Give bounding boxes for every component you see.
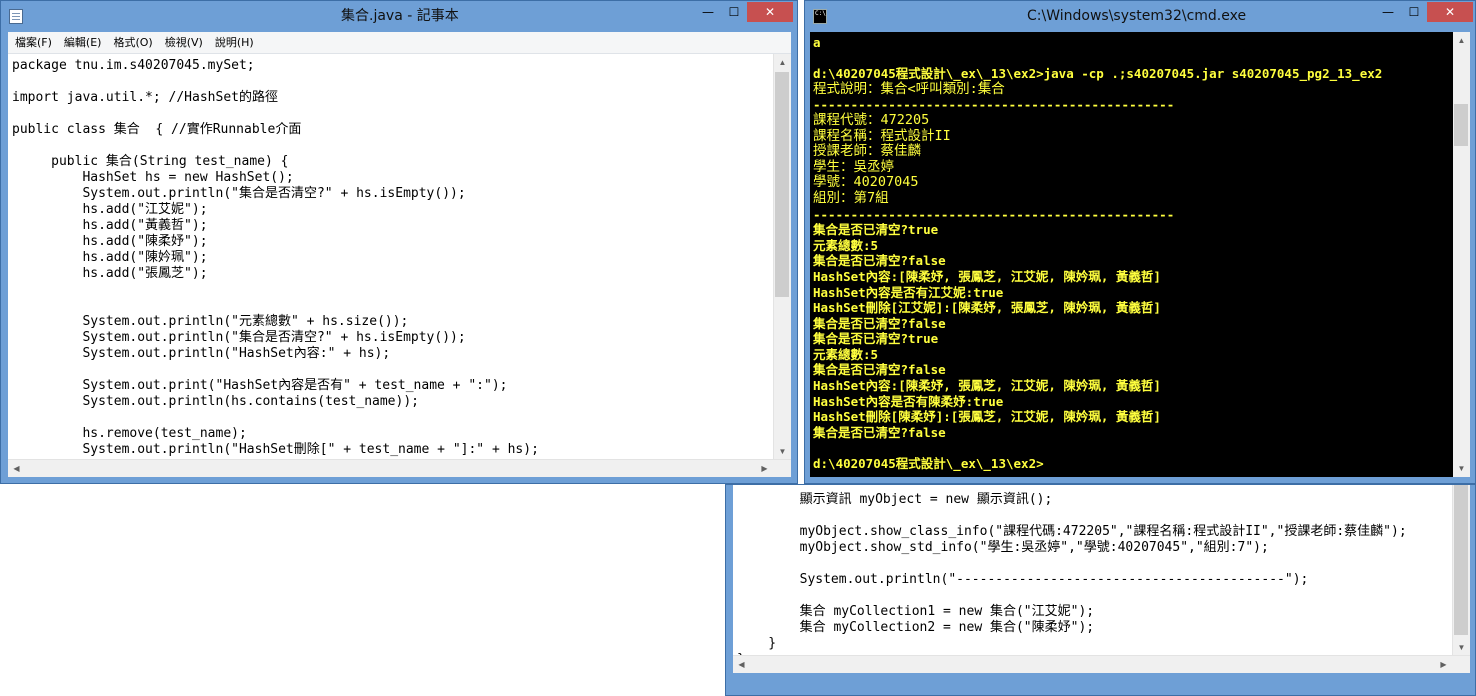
cmd-minimize-button[interactable]: —	[1375, 2, 1401, 22]
cmd-scroll-up-arrow-icon[interactable]: ▲	[1453, 32, 1470, 49]
menu-view[interactable]: 檢視(V)	[160, 32, 208, 53]
notepad-scroll-thumb[interactable]	[775, 72, 789, 297]
console-line: 集合是否已清空?true	[813, 222, 939, 238]
console-line: HashSet內容:[陳柔妤, 張鳳芝, 江艾妮, 陳妗珮, 黃義哲]	[813, 268, 1161, 284]
console-line: HashSet刪除[陳柔妤]:[張鳳芝, 江艾妮, 陳妗珮, 黃義哲]	[813, 409, 1161, 425]
console-line: HashSet刪除[江艾妮]:[陳柔妤, 張鳳芝, 陳妗珮, 黃義哲]	[813, 300, 1161, 316]
cmd-titlebar[interactable]: C:\Windows\system32\cmd.exe — ☐ ✕	[805, 1, 1475, 32]
cmd-scroll-thumb[interactable]	[1454, 104, 1468, 146]
console-line: d:\40207045程式設計\_ex\_13\ex2>	[813, 456, 1044, 472]
cmd-close-button[interactable]: ✕	[1427, 2, 1473, 22]
menu-format[interactable]: 格式(O)	[108, 32, 157, 53]
console-line: a	[813, 35, 821, 50]
menu-edit[interactable]: 編輯(E)	[59, 32, 107, 53]
notepad-horizontal-scrollbar[interactable]: ◀ ▶	[8, 459, 791, 477]
console-line: 元素總數:5	[813, 237, 879, 253]
notepad2-vertical-scrollbar[interactable]: ▼	[1452, 485, 1470, 656]
console-line: d:\40207045程式設計\_ex\_13\ex2>java -cp .;s…	[813, 66, 1383, 82]
console-line: HashSet內容:[陳柔妤, 張鳳芝, 江艾妮, 陳妗珮, 黃義哲]	[813, 378, 1161, 394]
cmd-scroll-down-arrow-icon[interactable]: ▼	[1453, 460, 1470, 477]
cmd-window: C:\Windows\system32\cmd.exe — ☐ ✕ a d:\40…	[804, 0, 1476, 484]
notepad-vertical-scrollbar[interactable]: ▲ ▼	[773, 54, 791, 460]
console-line: 授課老師：蔡佳麟	[813, 143, 921, 160]
console-line: 集合是否已清空?true	[813, 331, 939, 347]
notepad-code-text: package tnu.im.s40207045.mySet; import j…	[12, 58, 539, 457]
console-line: HashSet內容是否有陳柔妤:true	[813, 393, 1004, 409]
menu-help[interactable]: 說明(H)	[210, 32, 259, 53]
console-line: 元素總數:5	[813, 346, 879, 362]
scroll-right-arrow-icon[interactable]: ▶	[756, 460, 773, 477]
notepad-title: 集合.java - 記事本	[341, 8, 459, 24]
cmd-vertical-scrollbar[interactable]: ▲ ▼	[1453, 32, 1470, 477]
console-line: 集合是否已清空?false	[813, 253, 946, 269]
notepad2-scroll-right-arrow-icon[interactable]: ▶	[1435, 656, 1452, 673]
console-line: 課程名稱：程式設計II	[813, 127, 951, 144]
notepad2-scroll-down-arrow-icon[interactable]: ▼	[1453, 639, 1470, 656]
notepad-window: 集合.java - 記事本 — ☐ ✕ 檔案(F) 編輯(E) 格式(O) 檢視(V)…	[0, 0, 798, 484]
notepad2-code-text: 顯示資訊 myObject = new 顯示資訊(); myObject.sho…	[737, 492, 1407, 667]
cmd-console-output[interactable]: a d:\40207045程式設計\_ex\_13\ex2>java -cp .;…	[810, 32, 1453, 477]
console-line: 程式說明：集合<呼叫類別:集合	[813, 80, 1005, 97]
cmd-maximize-button[interactable]: ☐	[1401, 2, 1427, 22]
notepad2-scroll-left-arrow-icon[interactable]: ◀	[733, 656, 750, 673]
console-line: 學生：吳丞婷	[813, 158, 894, 175]
notepad-titlebar[interactable]: 集合.java - 記事本 — ☐ ✕	[1, 1, 797, 32]
console-line: 學號：40207045	[813, 174, 919, 191]
notepad-maximize-button[interactable]: ☐	[721, 2, 747, 22]
console-line: 集合是否已清空?false	[813, 315, 946, 331]
notepad-close-button[interactable]: ✕	[747, 2, 793, 22]
notepad-menubar: 檔案(F) 編輯(E) 格式(O) 檢視(V) 說明(H)	[8, 32, 791, 54]
cmd-title: C:\Windows\system32\cmd.exe	[1027, 8, 1247, 24]
menu-file[interactable]: 檔案(F)	[10, 32, 57, 53]
console-lines: a d:\40207045程式設計\_ex\_13\ex2>java -cp .;…	[813, 35, 1382, 472]
console-line: ----------------------------------------…	[813, 206, 1175, 222]
notepad-text-area[interactable]: package tnu.im.s40207045.mySet; import j…	[8, 54, 791, 477]
console-line: ----------------------------------------…	[813, 97, 1175, 113]
notepad-app-icon[interactable]	[9, 9, 23, 24]
console-line: 集合是否已清空?false	[813, 362, 946, 378]
scroll-left-arrow-icon[interactable]: ◀	[8, 460, 25, 477]
console-line: 集合是否已清空?false	[813, 424, 946, 440]
notepad2-scroll-thumb[interactable]	[1454, 485, 1468, 635]
notepad2-text-area[interactable]: 顯示資訊 myObject = new 顯示資訊(); myObject.sho…	[733, 485, 1470, 673]
console-line: HashSet內容是否有江艾妮:true	[813, 284, 1004, 300]
scroll-down-arrow-icon[interactable]: ▼	[774, 443, 791, 460]
cmd-app-icon[interactable]	[813, 9, 827, 24]
console-line: 課程代號：472205	[813, 111, 930, 128]
notepad-window-background: 顯示資訊 myObject = new 顯示資訊(); myObject.sho…	[725, 484, 1476, 696]
notepad-minimize-button[interactable]: —	[695, 2, 721, 22]
notepad2-horizontal-scrollbar[interactable]: ◀ ▶	[733, 655, 1470, 673]
console-line: 組別：第7組	[813, 189, 889, 206]
scroll-up-arrow-icon[interactable]: ▲	[774, 54, 791, 71]
